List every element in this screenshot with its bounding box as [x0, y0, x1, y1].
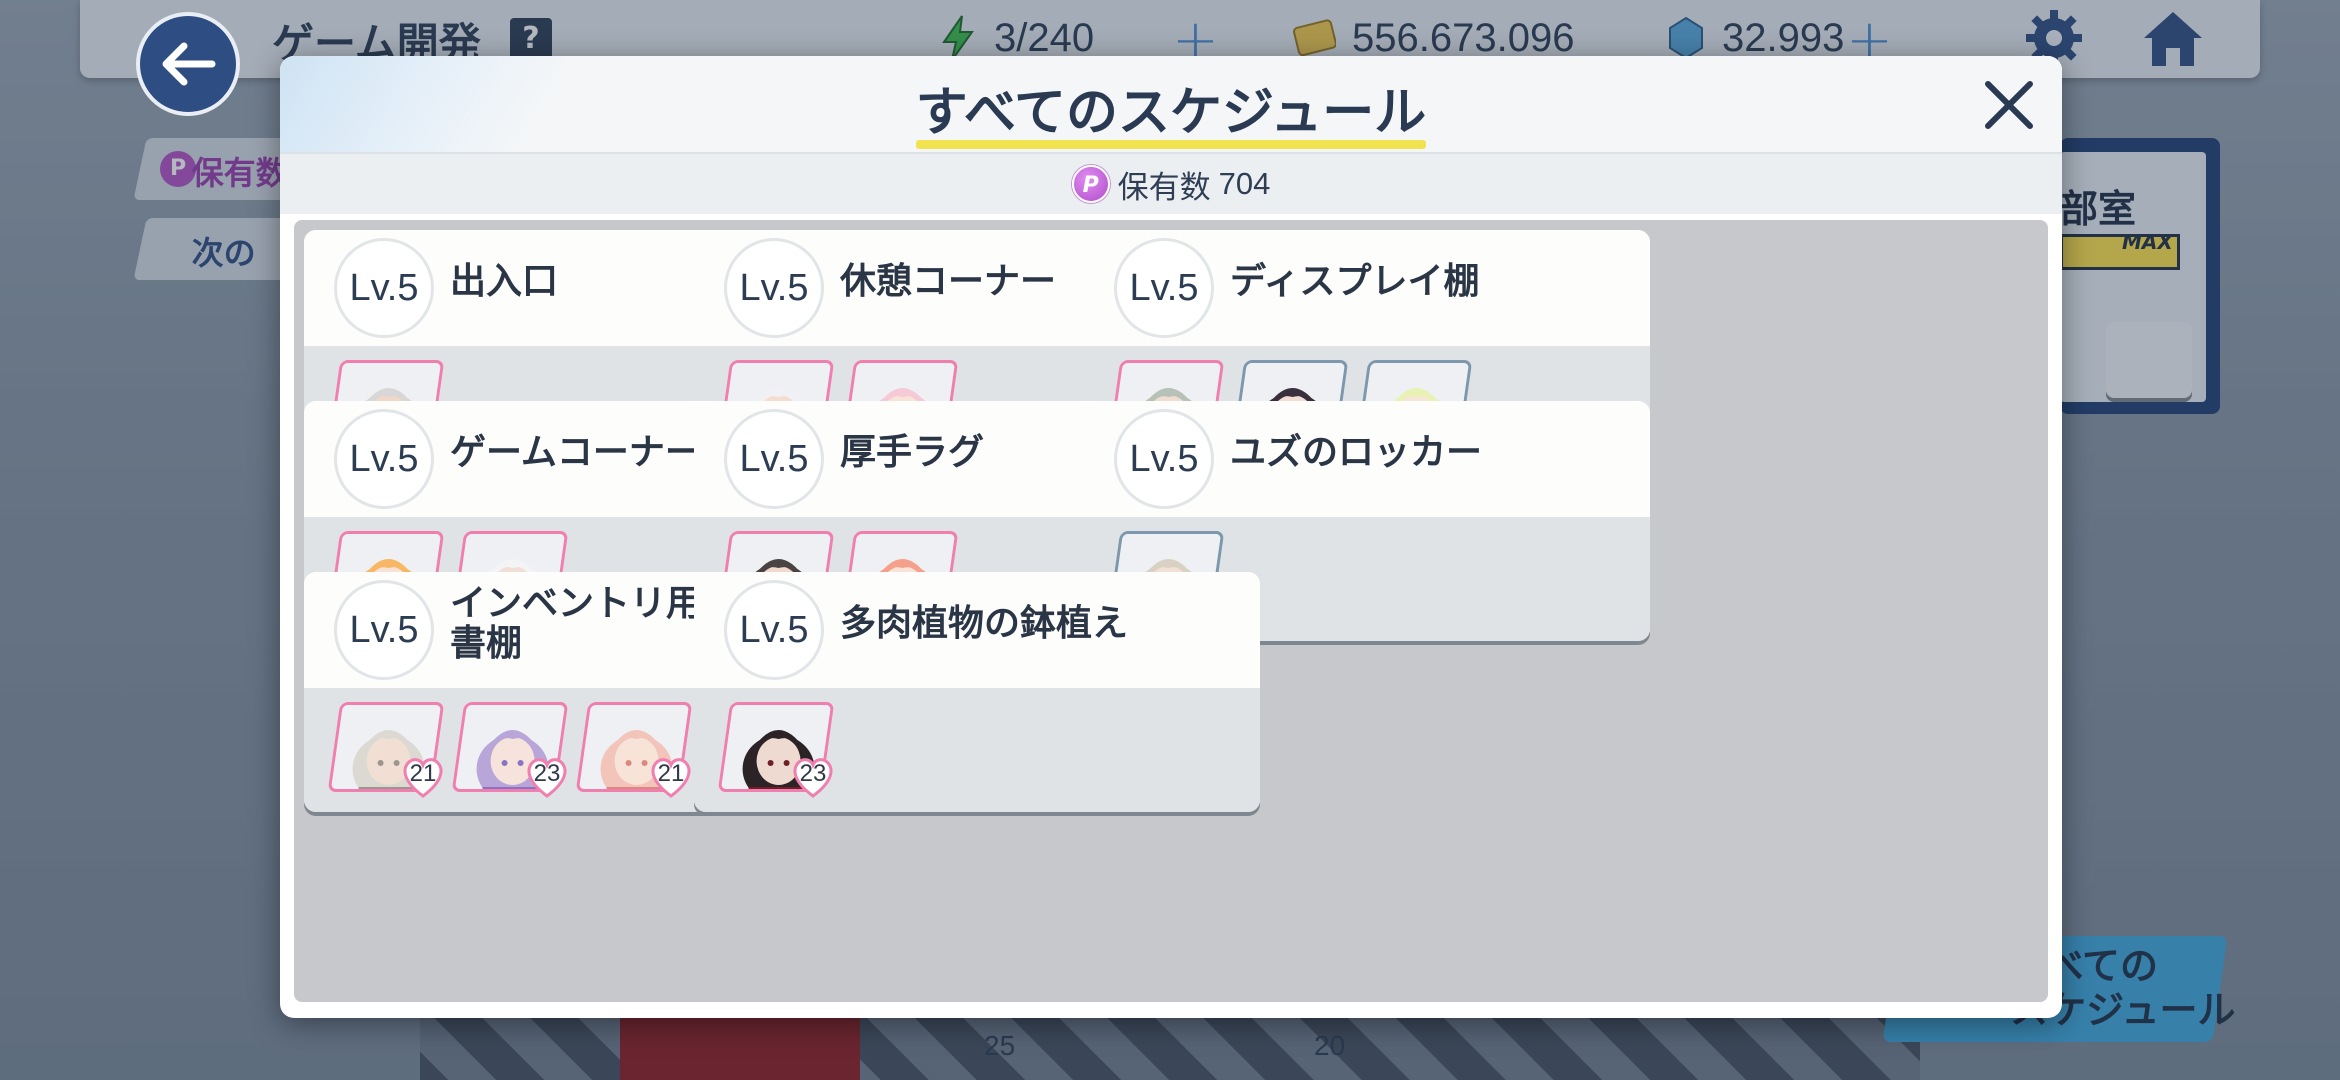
card-header: Lv.5 ユズのロッカー [1084, 401, 1650, 517]
location-name: ディスプレイ棚 [1230, 261, 1480, 302]
bond-level: 21 [657, 760, 685, 787]
location-name: 多肉植物の鉢植え [840, 603, 1129, 644]
student-list: 23 [717, 702, 835, 798]
schedule-grid: Lv.5出入口21Lv.5休憩コーナー2625Lv.5ディスプレイ棚20Lv.5… [294, 220, 2048, 1002]
owned-count: 704 [1218, 166, 1271, 201]
owned-label: 保有数 [1117, 169, 1211, 206]
level-badge: Lv.5 [1114, 238, 1214, 338]
back-button[interactable] [136, 12, 240, 116]
location-name: ユズのロッカー [1230, 432, 1483, 473]
student-portrait[interactable]: 23 [717, 702, 835, 798]
close-icon[interactable] [1980, 76, 2038, 134]
level-badge: Lv.5 [334, 409, 434, 509]
student-portrait[interactable]: 21 [327, 702, 445, 798]
level-badge: Lv.5 [334, 238, 434, 338]
bond-level: 23 [533, 760, 561, 787]
student-portrait[interactable]: 21 [575, 702, 693, 798]
dialog-header: すべてのスケジュール [280, 56, 2062, 152]
bond-level: 21 [409, 760, 437, 787]
arrow-left-icon [162, 42, 216, 86]
level-badge: Lv.5 [1114, 409, 1214, 509]
student-list: 21 23 21 [327, 702, 693, 798]
owned-count-bar: P 保有数 704 [280, 152, 2062, 214]
level-badge: Lv.5 [724, 238, 824, 338]
all-schedules-dialog: すべてのスケジュール P 保有数 704 Lv.5出入口21Lv.5休憩コーナー… [280, 56, 2062, 1018]
student-portrait[interactable]: 23 [451, 702, 569, 798]
level-badge: Lv.5 [724, 580, 824, 680]
bond-level: 23 [799, 760, 827, 787]
level-badge: Lv.5 [724, 409, 824, 509]
level-badge: Lv.5 [334, 580, 434, 680]
schedule-card[interactable]: Lv.5 多肉植物の鉢植え 23 [694, 572, 1260, 812]
dialog-title: すべてのスケジュール [915, 83, 1427, 143]
card-header: Lv.5 ディスプレイ棚 [1084, 230, 1650, 346]
title-underline [916, 140, 1426, 149]
p-coin-icon: P [1071, 165, 1110, 203]
card-header: Lv.5 多肉植物の鉢植え [694, 572, 1260, 688]
